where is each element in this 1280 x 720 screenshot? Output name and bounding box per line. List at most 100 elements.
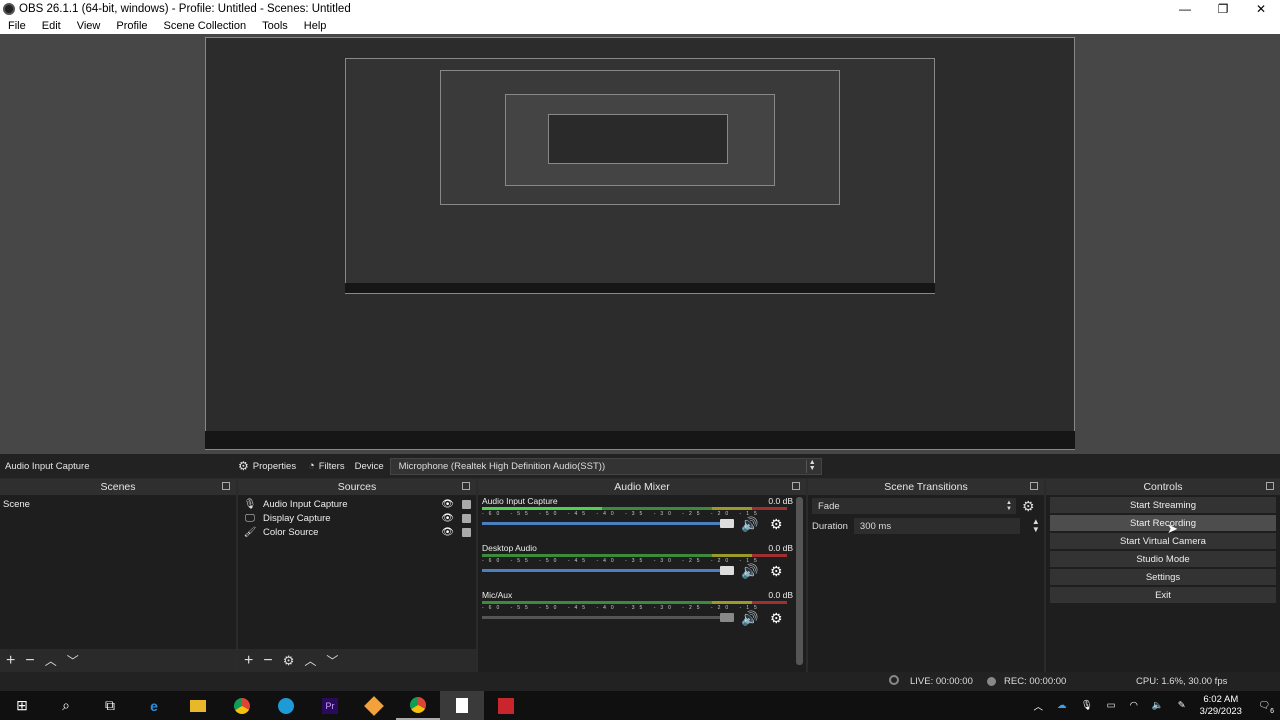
gear-icon[interactable]: ⚙ [770,563,783,580]
properties-button[interactable]: ⚙ Properties [232,457,302,475]
add-icon[interactable]: + [6,652,15,670]
onedrive-icon[interactable]: ☁ [1057,700,1067,711]
mouse-cursor-icon: ➤ [1167,521,1178,536]
settings-button[interactable]: Settings [1050,569,1276,585]
maximize-button[interactable]: ❐ [1204,0,1242,17]
scenes-dock: Scenes Scene + − ︿ ﹀ [0,479,236,672]
app-icon[interactable] [352,691,396,720]
windows-taskbar: ⊞ ⌕ ⧉ e Pr ︿ ☁ 🎙 ▭ ◠ 🔈 ✎ 6:02 AM 3/29/20… [0,691,1280,720]
chrome-active-icon[interactable] [396,691,440,720]
lock-icon[interactable] [462,527,471,537]
channel-db: 0.0 dB [768,543,793,553]
undock-icon[interactable] [222,482,230,490]
volume-slider[interactable] [482,519,734,528]
gear-icon[interactable]: ⚙ [770,610,783,627]
rec-time: REC: 00:00:00 [1004,676,1067,687]
notepad-icon[interactable] [440,691,484,720]
volume-meter: -60 -55 -50 -45 -40 -35 -30 -25 -20 -15 … [482,554,787,563]
menu-view[interactable]: View [69,20,109,32]
move-down-icon[interactable]: ﹀ [67,652,79,669]
scene-transitions-dock: Scene Transitions Fade ▲ ▼ ⚙ Duration 300… [808,479,1044,672]
menu-help[interactable]: Help [296,20,335,32]
move-up-icon[interactable]: ︿ [304,652,316,669]
undock-icon[interactable] [462,482,470,490]
transition-select[interactable]: Fade ▲ ▼ [812,498,1016,514]
menu-edit[interactable]: Edit [34,20,69,32]
edge-icon[interactable] [264,691,308,720]
close-button[interactable]: ✕ [1242,0,1280,17]
menu-tools[interactable]: Tools [254,20,296,32]
pen-icon[interactable]: ✎ [1178,700,1186,711]
eye-icon[interactable]: 👁 [441,513,454,524]
undock-icon[interactable] [792,482,800,490]
start-streaming-button[interactable]: Start Streaming [1050,497,1276,513]
lock-icon[interactable] [462,513,471,523]
spinner-arrows-icon[interactable]: ▲ ▼ [1032,518,1040,534]
premiere-pro-icon[interactable]: Pr [308,691,352,720]
sources-title: Sources [337,481,377,493]
audio-mixer-dock: Audio Mixer Audio Input Capture 0.0 dB -… [478,479,806,672]
volume-icon[interactable]: 🔈 [1152,700,1164,711]
speaker-icon[interactable]: 🔊 [741,610,758,627]
remove-icon[interactable]: − [25,652,34,670]
minimize-button[interactable]: — [1166,0,1204,17]
start-virtual-camera-button[interactable]: Start Virtual Camera [1050,533,1276,549]
start-recording-button[interactable]: Start Recording [1050,515,1276,531]
volume-meter: -60 -55 -50 -45 -40 -35 -30 -25 -20 -15 … [482,507,787,516]
gear-icon[interactable]: ⚙ [283,653,295,669]
studio-mode-button[interactable]: Studio Mode [1050,551,1276,567]
search-icon[interactable]: ⌕ [44,691,88,720]
channel-db: 0.0 dB [768,590,793,600]
source-item[interactable]: 🖵 Display Capture 👁 [238,511,476,525]
undock-icon[interactable] [1266,482,1274,490]
task-view-icon[interactable]: ⧉ [88,691,132,720]
wifi-icon[interactable]: ◠ [1130,700,1138,711]
internet-explorer-icon[interactable]: e [132,691,176,720]
speaker-icon[interactable]: 🔊 [741,516,758,533]
source-item[interactable]: 🖌 Color Source 👁 [238,525,476,539]
menu-bar: File Edit View Profile Scene Collection … [0,17,1280,34]
windows-start-icon[interactable]: ⊞ [0,691,44,720]
device-value: Microphone (Realtek High Definition Audi… [398,460,606,472]
clock-time: 6:02 AM [1203,693,1239,705]
microphone-icon[interactable]: 🎙 [1081,700,1093,711]
menu-scene-collection[interactable]: Scene Collection [156,20,255,32]
source-item[interactable]: 🎙 Audio Input Capture 👁 [238,497,476,511]
device-label: Device [354,460,384,472]
mixer-title: Audio Mixer [614,481,670,493]
menu-profile[interactable]: Profile [108,20,155,32]
exit-button[interactable]: Exit [1050,587,1276,603]
battery-icon[interactable]: ▭ [1107,700,1116,711]
chrome-icon[interactable] [220,691,264,720]
speaker-icon[interactable]: 🔊 [741,563,758,580]
filters-button[interactable]: ◔ Filters [302,457,351,475]
microphone-icon: 🎙 [243,498,257,510]
add-icon[interactable]: + [244,652,253,670]
volume-slider[interactable] [482,566,734,575]
acrobat-icon[interactable] [484,691,528,720]
undock-icon[interactable] [1030,482,1038,490]
mixer-channel: Mic/Aux 0.0 dB -60 -55 -50 -45 -40 -35 -… [478,589,806,636]
duration-input[interactable]: 300 ms [853,518,1020,534]
clock[interactable]: 6:02 AM 3/29/2023 [1200,694,1242,718]
controls-title: Controls [1143,481,1183,493]
channel-name: Mic/Aux [482,590,513,600]
eye-icon[interactable]: 👁 [441,527,454,538]
move-down-icon[interactable]: ﹀ [326,652,338,669]
gear-icon[interactable]: ⚙ [1022,498,1035,515]
notification-icon[interactable]: 🗨 6 [1258,700,1274,715]
volume-slider[interactable] [482,613,734,622]
device-select[interactable]: Microphone (Realtek High Definition Audi… [389,457,822,475]
status-bar: LIVE: 00:00:00 REC: 00:00:00 CPU: 1.6%, … [0,672,1280,691]
scene-item[interactable]: Scene [0,497,236,511]
eye-icon[interactable]: 👁 [441,499,454,510]
chevron-up-icon[interactable]: ︿ [1034,699,1044,713]
move-up-icon[interactable]: ︿ [45,652,57,669]
gear-icon[interactable]: ⚙ [770,516,783,533]
remove-icon[interactable]: − [263,652,272,670]
meter-level [482,507,602,510]
preview-canvas[interactable] [0,34,1280,454]
lock-icon[interactable] [462,499,471,509]
menu-file[interactable]: File [0,20,34,32]
file-explorer-icon[interactable] [176,691,220,720]
